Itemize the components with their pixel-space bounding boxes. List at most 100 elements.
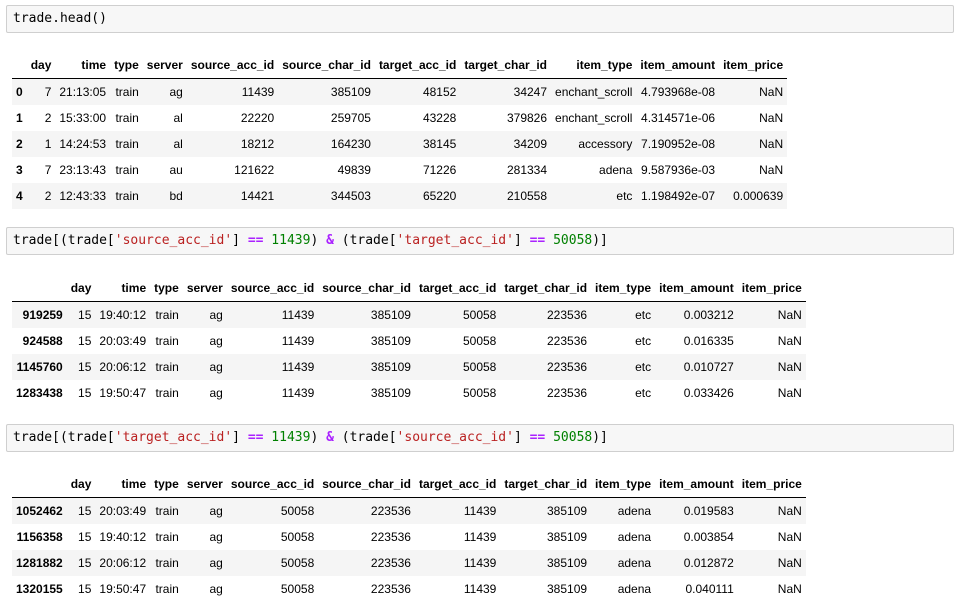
- table-cell: 15: [78, 386, 92, 400]
- table-cell: 2: [44, 189, 52, 203]
- table-cell: 20:06:12: [99, 360, 147, 374]
- column-header: target_char_id: [500, 471, 592, 498]
- code-number: 50058: [553, 233, 593, 248]
- table-cell: 385109: [547, 504, 588, 518]
- table-cell: 344503: [330, 189, 371, 203]
- column-header: source_acc_id: [226, 275, 319, 302]
- table-cell: 23:13:43: [59, 163, 107, 177]
- table-cell: 18212: [240, 137, 275, 151]
- table-cell: 0.000639: [733, 189, 784, 203]
- column-header: server: [142, 52, 187, 79]
- table-cell: 223536: [547, 308, 588, 322]
- code-operator: ==: [247, 233, 264, 248]
- column-header: target_acc_id: [414, 471, 501, 498]
- table-cell: al: [173, 137, 183, 151]
- code-cell-3[interactable]: trade[(trade['target_acc_id'] == 11439) …: [6, 424, 954, 452]
- code-text: ]: [513, 233, 530, 248]
- table-cell: 223536: [370, 504, 411, 518]
- column-header: target_char_id: [460, 52, 552, 79]
- code-operator: ==: [247, 430, 264, 445]
- table-cell: 9.587936e-03: [641, 163, 716, 177]
- table-cell: 223536: [547, 360, 588, 374]
- table-cell: 11439: [281, 386, 315, 400]
- table-cell: ag: [209, 556, 223, 570]
- table-cell: 385109: [370, 386, 411, 400]
- table-cell: train: [155, 504, 179, 518]
- row-index: 4: [16, 189, 23, 203]
- table-cell: 15: [78, 504, 92, 518]
- code-string: 'target_acc_id': [114, 430, 233, 445]
- column-header: item_type: [551, 52, 637, 79]
- table-cell: 11439: [281, 308, 315, 322]
- table-cell: train: [115, 163, 139, 177]
- table-cell: 49839: [337, 163, 371, 177]
- code-string: 'target_acc_id': [396, 233, 514, 248]
- row-index: 3: [16, 163, 23, 177]
- table-cell: 34247: [513, 85, 548, 99]
- table-cell: bd: [169, 189, 183, 203]
- index-header: [12, 275, 67, 302]
- table-cell: adena: [617, 530, 652, 544]
- table-cell: 164230: [330, 137, 371, 151]
- table-cell: 11439: [281, 334, 315, 348]
- table-cell: ag: [209, 386, 223, 400]
- table-cell: train: [155, 386, 179, 400]
- code-text: (trade[: [333, 233, 397, 248]
- column-header: day: [26, 52, 56, 79]
- table-cell: 0.033426: [683, 386, 734, 400]
- table-cell: train: [155, 582, 179, 596]
- table-cell: NaN: [777, 334, 802, 348]
- table-cell: 385109: [547, 556, 588, 570]
- table-cell: 223536: [547, 334, 588, 348]
- column-header: item_price: [737, 471, 806, 498]
- column-header: time: [95, 471, 151, 498]
- column-header: source_char_id: [278, 52, 375, 79]
- table-cell: train: [115, 189, 139, 203]
- table-cell: 2: [44, 111, 52, 125]
- column-header: source_acc_id: [186, 52, 279, 79]
- table-cell: NaN: [759, 137, 784, 151]
- table-cell: 7: [44, 85, 52, 99]
- table-cell: 19:40:12: [99, 308, 147, 322]
- table-row: 1145760 15 20:06:12 train ag 11439 385109 50058…: [12, 354, 806, 380]
- table-cell: ag: [169, 85, 183, 99]
- code-text: trade[(trade[: [13, 430, 115, 445]
- table-cell: 0.010727: [683, 360, 734, 374]
- table-cell: 15: [78, 556, 92, 570]
- row-index: 919259: [22, 308, 63, 322]
- code-cell-2[interactable]: trade[(trade['source_acc_id'] == 11439) …: [6, 227, 954, 255]
- table-cell: 4.793968e-08: [641, 85, 716, 99]
- table-cell: 38145: [422, 137, 457, 151]
- code-text: (trade[: [333, 430, 397, 445]
- table-cell: NaN: [777, 504, 802, 518]
- table-row: 919259 15 19:40:12 train ag 11439 385109 50058 2…: [12, 301, 806, 328]
- table-cell: 11439: [463, 530, 497, 544]
- code-operator: &: [326, 233, 334, 248]
- code-operator: &: [326, 430, 334, 445]
- table-cell: NaN: [759, 85, 784, 99]
- table-cell: adena: [617, 556, 652, 570]
- table-cell: 1: [44, 137, 52, 151]
- table-cell: ag: [209, 334, 223, 348]
- column-header: time: [95, 275, 151, 302]
- code-cell-1[interactable]: trade.head(): [6, 5, 954, 33]
- table-cell: 385109: [370, 334, 411, 348]
- table-cell: 7: [44, 163, 52, 177]
- column-header: type: [110, 52, 143, 79]
- table-cell: 11439: [281, 360, 315, 374]
- table-cell: etc: [635, 334, 652, 348]
- column-header: type: [150, 471, 183, 498]
- column-header: item_type: [591, 275, 656, 302]
- table-cell: 71226: [422, 163, 457, 177]
- table-cell: 15: [78, 334, 92, 348]
- column-header: source_char_id: [318, 471, 415, 498]
- column-header: target_acc_id: [374, 52, 461, 79]
- column-header: item_amount: [636, 52, 720, 79]
- table-cell: 14:24:53: [59, 137, 107, 151]
- code-text: ): [310, 430, 327, 445]
- code-text: trade.head(): [13, 11, 107, 26]
- row-index: 1: [16, 111, 23, 125]
- table-cell: 0.019583: [683, 504, 734, 518]
- table-cell: adena: [617, 504, 652, 518]
